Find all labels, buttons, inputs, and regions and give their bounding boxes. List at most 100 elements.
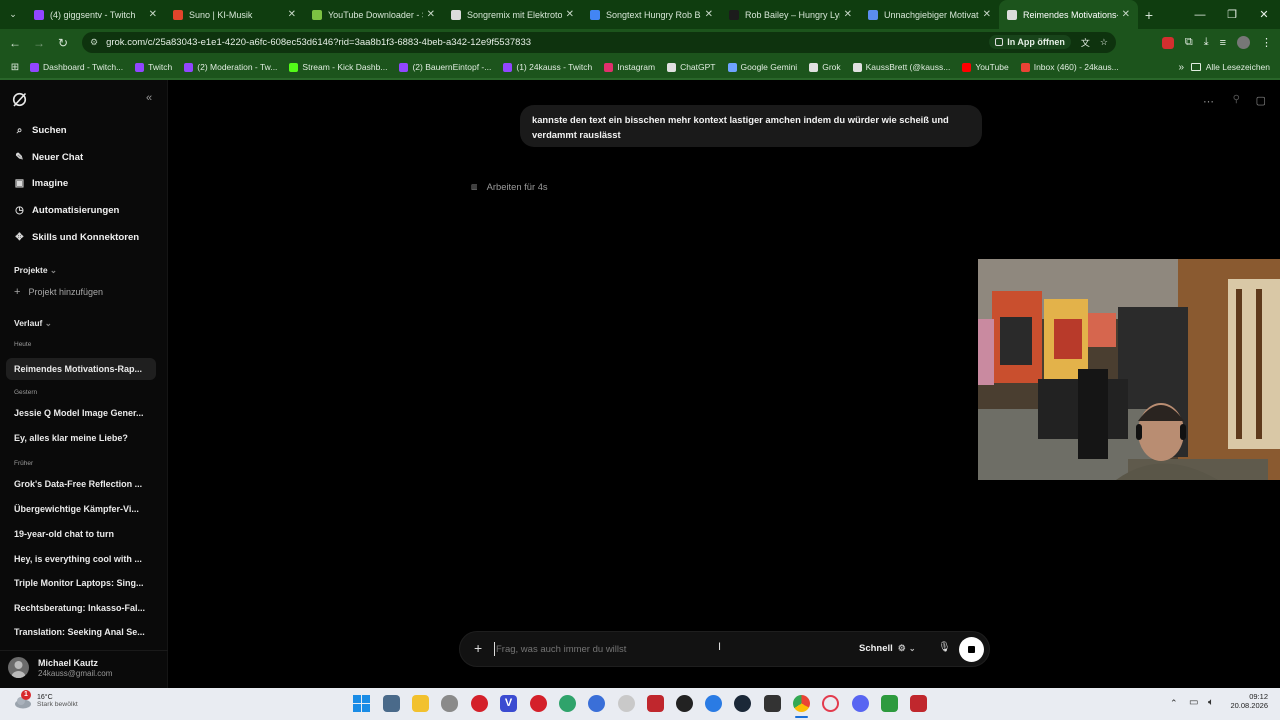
app-red-icon[interactable]: [530, 695, 547, 712]
opera-gx-icon[interactable]: [471, 695, 488, 712]
browser-tab[interactable]: Rob Bailey – Hungry Lyric ✕: [721, 0, 860, 29]
bookmark-item[interactable]: Instagram: [604, 62, 655, 72]
browser-tab[interactable]: (4) giggsentv - Twitch ✕: [26, 0, 165, 29]
history-item[interactable]: Translation: Seeking Anal Se...: [14, 627, 148, 637]
sidebar-item-imagine[interactable]: ▣ Imagine: [14, 178, 69, 189]
back-icon[interactable]: ←: [3, 36, 27, 50]
capture-app-icon[interactable]: [764, 695, 781, 712]
adblock-extension-icon[interactable]: [1161, 36, 1174, 49]
forward-icon[interactable]: →: [27, 36, 51, 50]
tab-search-icon[interactable]: ⌄: [0, 9, 26, 20]
collapse-sidebar-icon[interactable]: «: [146, 92, 152, 104]
history-item[interactable]: Jessie Q Model Image Gener...: [14, 408, 148, 418]
add-project-button[interactable]: + Projekt hinzufügen: [14, 286, 103, 298]
history-item[interactable]: Grok's Data-Free Reflection ...: [14, 479, 148, 489]
speaker-icon[interactable]: 🔈︎: [1208, 697, 1214, 708]
address-bar[interactable]: ⚙ grok.com/c/25a83043-e1e1-4220-a6fc-608…: [82, 32, 1116, 53]
share-link-icon[interactable]: ⚲: [1233, 94, 1240, 105]
bookmark-item[interactable]: (2) BauernEintopf -...: [399, 62, 491, 72]
translate-icon[interactable]: 文: [1081, 36, 1090, 49]
display-icon[interactable]: ▭: [1189, 697, 1198, 708]
app-ring-icon[interactable]: [705, 695, 722, 712]
history-item-active[interactable]: Reimendes Motivations-Rap...: [6, 358, 156, 380]
browser-tab-active[interactable]: Reimendes Motivations-I ✕: [999, 0, 1138, 29]
chrome-icon[interactable]: [793, 695, 810, 712]
windows-start-icon[interactable]: [353, 695, 370, 712]
download-icon[interactable]: ⤓: [1204, 36, 1209, 49]
sidebar-item-automations[interactable]: ◷ Automatisierungen: [14, 205, 119, 216]
history-item[interactable]: Rechtsberatung: Inkasso-Fal...: [14, 603, 148, 613]
bookmark-item[interactable]: KaussBrett (@kauss...: [852, 62, 950, 72]
open-in-app-button[interactable]: In App öffnen: [989, 35, 1071, 49]
tab-close-icon[interactable]: ✕: [983, 9, 991, 20]
bookmark-item[interactable]: (1) 24kauss - Twitch: [503, 62, 592, 72]
opera-icon[interactable]: [822, 695, 839, 712]
app-red-icon-2[interactable]: [910, 695, 927, 712]
chat-input[interactable]: [496, 639, 826, 659]
history-item[interactable]: Übergewichtige Kämpfer-Vi...: [14, 504, 148, 514]
close-window-icon[interactable]: ✕: [1248, 8, 1280, 21]
history-heading[interactable]: Verlauf ⌄: [14, 318, 52, 329]
app-green-icon[interactable]: [559, 695, 576, 712]
menu-icon[interactable]: ⋮: [1261, 36, 1272, 49]
bookmark-item[interactable]: Stream - Kick Dashb...: [289, 62, 387, 72]
browser-tab[interactable]: Songremix mit Elektrotou ✕: [443, 0, 582, 29]
tab-close-icon[interactable]: ✕: [566, 9, 574, 20]
clock[interactable]: 09:12 20.08.2026: [1226, 692, 1268, 710]
tab-close-icon[interactable]: ✕: [1122, 9, 1130, 20]
app-gear-icon[interactable]: [618, 695, 635, 712]
obs-icon[interactable]: [676, 695, 693, 712]
bookmark-item[interactable]: YouTube: [962, 62, 1009, 72]
bookmark-item[interactable]: Grok: [809, 62, 841, 72]
history-item[interactable]: Triple Monitor Laptops: Sing...: [14, 578, 148, 588]
tab-close-icon[interactable]: ✕: [288, 9, 296, 20]
tab-close-icon[interactable]: ✕: [149, 9, 157, 20]
history-item[interactable]: Ey, alles klar meine Liebe?: [14, 433, 148, 443]
microphone-icon[interactable]: 🎙︎: [938, 642, 951, 653]
discord-icon[interactable]: [852, 695, 869, 712]
browser-tab[interactable]: YouTube Downloader - S ✕: [304, 0, 443, 29]
apps-grid-icon[interactable]: ⊞: [0, 62, 30, 73]
app-stack-icon[interactable]: [881, 695, 898, 712]
bookmark-item[interactable]: ChatGPT: [667, 62, 716, 72]
file-explorer-icon[interactable]: [412, 695, 429, 712]
minimize-icon[interactable]: —: [1184, 9, 1216, 21]
profile-avatar[interactable]: [1237, 36, 1250, 49]
sidebar-item-search[interactable]: ⌕ Suchen: [14, 125, 67, 136]
app-red-square-icon[interactable]: [647, 695, 664, 712]
browser-tab[interactable]: Suno | KI-Musik ✕: [165, 0, 304, 29]
reload-icon[interactable]: ↻: [51, 36, 75, 50]
bookmark-item[interactable]: Google Gemini: [727, 62, 797, 72]
stop-button[interactable]: [959, 637, 984, 662]
projects-heading[interactable]: Projekte ⌄: [14, 265, 57, 276]
bookmark-item[interactable]: Dashboard - Twitch...: [30, 62, 123, 72]
new-tab-button[interactable]: +: [1138, 7, 1160, 23]
all-bookmarks-button[interactable]: Alle Lesezeichen: [1190, 56, 1270, 78]
site-info-icon[interactable]: ⚙: [90, 37, 98, 48]
browser-tab[interactable]: Unnachgiebiger Motivati ✕: [860, 0, 999, 29]
panel-toggle-icon[interactable]: ▢: [1256, 94, 1266, 107]
thinking-status[interactable]: ▥ Arbeiten für 4s: [471, 181, 548, 192]
bookmark-item[interactable]: Inbox (460) - 24kaus...: [1020, 62, 1119, 72]
calculator-icon[interactable]: [383, 695, 400, 712]
mode-selector[interactable]: Schnell ⚙ ⌄: [859, 643, 916, 654]
restore-icon[interactable]: ❐: [1216, 8, 1248, 21]
bookmark-item[interactable]: (2) Moderation - Tw...: [184, 62, 277, 72]
more-bookmarks-icon[interactable]: »: [1178, 56, 1184, 78]
steam-icon[interactable]: [734, 695, 751, 712]
tab-close-icon[interactable]: ✕: [427, 9, 435, 20]
app-blue-icon[interactable]: [588, 695, 605, 712]
grok-logo-icon[interactable]: [12, 92, 27, 107]
tray-chevron-icon[interactable]: ⌃: [1170, 698, 1178, 709]
sidebar-item-new-chat[interactable]: ✎ Neuer Chat: [14, 152, 83, 163]
tab-close-icon[interactable]: ✕: [844, 9, 852, 20]
history-item[interactable]: Hey, is everything cool with ...: [14, 554, 148, 564]
bookmark-item[interactable]: Twitch: [135, 62, 172, 72]
reading-list-icon[interactable]: ≡: [1220, 37, 1226, 49]
more-options-icon[interactable]: ⋯: [1203, 95, 1214, 108]
browser-tab[interactable]: Songtext Hungry Rob Bai ✕: [582, 0, 721, 29]
tab-close-icon[interactable]: ✕: [705, 9, 713, 20]
bookmark-star-icon[interactable]: ☆: [1100, 37, 1108, 48]
extensions-icon[interactable]: ⧉: [1185, 36, 1193, 49]
mouse-app-icon[interactable]: [441, 695, 458, 712]
